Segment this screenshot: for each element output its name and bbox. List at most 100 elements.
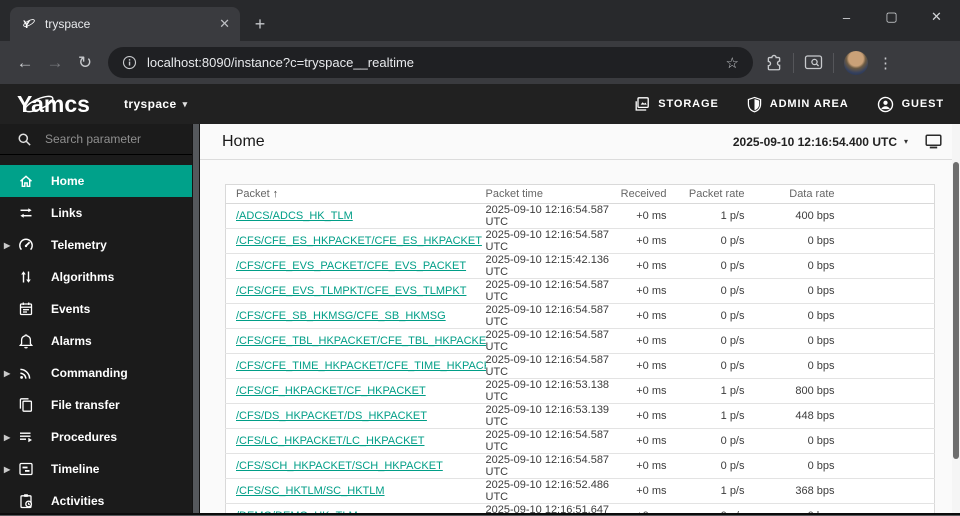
sidebar-item-procedures[interactable]: ▶ Procedures [0, 421, 192, 453]
events-icon [18, 301, 34, 317]
packet-link[interactable]: /CFS/CFE_ES_HKPACKET/CFE_ES_HKPACKET [236, 235, 482, 247]
cell-time: 2025-09-10 12:16:53.138 UTC [485, 378, 621, 404]
sidebar-item-events[interactable]: Events [0, 293, 192, 325]
url-bar[interactable]: localhost:8090/instance?c=tryspace__real… [108, 47, 753, 78]
sidebar-item-home[interactable]: Home [0, 165, 192, 197]
cell-filler [836, 353, 935, 379]
reload-icon[interactable]: ↻ [70, 48, 100, 78]
column-header-packet[interactable]: Packet ↑ [225, 184, 486, 204]
cell-time: 2025-09-10 12:16:54.587 UTC [485, 353, 621, 379]
mission-time[interactable]: 2025-09-10 12:16:54.400 UTC [733, 135, 897, 149]
packet-link[interactable]: /CFS/DS_HKPACKET/DS_HKPACKET [236, 410, 427, 422]
links-icon [18, 205, 34, 221]
browser-menu-icon[interactable]: ⋮ [878, 54, 893, 72]
column-header-packet-rate[interactable]: Packet rate [668, 184, 747, 204]
sidebar-scrollbar [192, 124, 200, 513]
shield-icon [747, 96, 762, 113]
column-header-received[interactable]: Received [620, 184, 669, 204]
sidebar-item-timeline[interactable]: ▶ Timeline [0, 453, 192, 485]
cell-received: +0 ms [620, 278, 669, 304]
packet-link[interactable]: /CFS/LC_HKPACKET/LC_HKPACKET [236, 435, 424, 447]
cell-filler [836, 453, 935, 479]
window-maximize-button[interactable]: ▢ [869, 1, 914, 33]
cell-packet_rate: 1 p/s [668, 378, 747, 404]
sidebar-item-file-transfer[interactable]: File transfer [0, 389, 192, 421]
browser-tab[interactable]: Y tryspace ✕ [10, 7, 240, 41]
main-scrollbar-thumb[interactable] [953, 162, 959, 459]
parameter-search-input[interactable]: Search parameter [0, 124, 192, 155]
chevron-down-icon[interactable]: ▾ [904, 137, 908, 146]
cell-data_rate: 0 bps [746, 303, 837, 329]
cell-received: +0 ms [636, 210, 667, 222]
sidebar-item-commanding[interactable]: ▶ Commanding [0, 357, 192, 389]
forward-icon: → [46, 52, 64, 72]
chevron-right-icon[interactable]: ▶ [4, 433, 10, 442]
packet-link[interactable]: /CFS/SCH_HKPACKET/SCH_HKPACKET [236, 460, 443, 472]
packet-link[interactable]: /CFS/CFE_TIME_HKPACKET/CFE_TIME_HKPACKET [236, 360, 486, 372]
packets-table: Packet ↑ Packet time Received Packet rate… [225, 184, 935, 513]
cell-data_rate: 0 bps [746, 353, 837, 379]
packet-link[interactable]: /ADCS/ADCS_HK_TLM [236, 210, 353, 222]
cell-data_rate: 0 bps [746, 453, 837, 479]
window-close-button[interactable]: ✕ [914, 1, 959, 33]
algorithms-icon [18, 269, 34, 285]
window-minimize-button[interactable]: – [824, 1, 869, 33]
yamcs-logo[interactable]: Yamcs [16, 89, 98, 119]
sidebar-item-label: Alarms [51, 334, 92, 348]
cell-packet_rate: 1 p/s [668, 403, 747, 429]
column-header-packet-time[interactable]: Packet time [485, 184, 621, 204]
new-tab-button[interactable]: + [246, 10, 274, 38]
packet-link[interactable]: /CFS/CFE_SB_HKMSG/CFE_SB_HKMSG [236, 310, 446, 322]
guest-label: GUEST [901, 98, 944, 110]
admin-area-button[interactable]: ADMIN AREA [747, 96, 849, 113]
cell-data_rate: 448 bps [746, 403, 837, 429]
search-panel-icon[interactable] [804, 54, 823, 71]
cell-data_rate: 0 bps [746, 428, 837, 454]
chevron-right-icon[interactable]: ▶ [4, 369, 10, 378]
cell-filler [836, 303, 935, 329]
cell-packet_rate: 0 p/s [668, 453, 747, 479]
extensions-icon[interactable] [765, 54, 783, 72]
cell-time: 2025-09-10 12:16:54.587 UTC [485, 453, 621, 479]
packet-link[interactable]: /CFS/CFE_TBL_HKPACKET/CFE_TBL_HKPACKET [236, 335, 486, 347]
cell-data_rate: 800 bps [746, 378, 837, 404]
table-row: /DEMO/DEMO_HK_TLM 2025-09-10 12:16:51.647… [225, 503, 935, 513]
url-text[interactable]: localhost:8090/instance?c=tryspace__real… [147, 55, 716, 70]
packet-link[interactable]: /CFS/CFE_EVS_TLMPKT/CFE_EVS_TLMPKT [236, 285, 466, 297]
table-row: /CFS/CFE_TIME_HKPACKET/CFE_TIME_HKPACKET… [225, 353, 935, 379]
browser-toolbar: ← → ↻ localhost:8090/instance?c=tryspace… [0, 41, 960, 84]
packet-link[interactable]: /DEMO/DEMO_HK_TLM [236, 510, 358, 513]
packet-link[interactable]: /CFS/CFE_EVS_PACKET/CFE_EVS_PACKET [236, 260, 466, 272]
bookmark-star-icon[interactable]: ☆ [726, 54, 739, 72]
sidebar-item-algorithms[interactable]: Algorithms [0, 261, 192, 293]
site-info-icon[interactable] [122, 55, 137, 70]
cell-data_rate: 0 bps [746, 228, 837, 254]
sidebar-item-alarms[interactable]: Alarms [0, 325, 192, 357]
tab-title: tryspace [45, 17, 91, 31]
sidebar-scrollbar-thumb[interactable] [193, 124, 199, 513]
column-header-data-rate[interactable]: Data rate [746, 184, 837, 204]
table-row: /CFS/SC_HKTLM/SC_HKTLM 2025-09-10 12:16:5… [225, 478, 935, 504]
tab-close-icon[interactable]: ✕ [219, 16, 230, 32]
page-title: Home [222, 132, 265, 150]
chevron-right-icon[interactable]: ▶ [4, 465, 10, 474]
profile-avatar[interactable] [844, 50, 868, 75]
packet-link[interactable]: /CFS/SC_HKTLM/SC_HKTLM [236, 485, 385, 497]
sidebar-item-label: Activities [51, 494, 105, 508]
sidebar-item-links[interactable]: Links [0, 197, 192, 229]
chevron-right-icon[interactable]: ▶ [4, 241, 10, 250]
table-row: /CFS/CFE_TBL_HKPACKET/CFE_TBL_HKPACKET 20… [225, 328, 935, 354]
sidebar-item-telemetry[interactable]: ▶ Telemetry [0, 229, 192, 261]
table-row: /CFS/CFE_EVS_TLMPKT/CFE_EVS_TLMPKT 2025-0… [225, 278, 935, 304]
user-menu-button[interactable]: GUEST [877, 96, 944, 113]
sidebar-item-label: Algorithms [51, 270, 115, 284]
packet-link[interactable]: /CFS/CF_HKPACKET/CF_HKPACKET [236, 385, 426, 397]
cell-filler [836, 228, 935, 254]
storage-button[interactable]: STORAGE [633, 96, 719, 113]
cell-received: +0 ms [620, 403, 669, 429]
display-layout-icon[interactable] [925, 134, 942, 149]
back-icon[interactable]: ← [10, 48, 40, 78]
cell-data_rate: 0 bps [746, 328, 837, 354]
instance-selector[interactable]: tryspace ▾ [124, 97, 188, 111]
sidebar-item-activities[interactable]: Activities [0, 485, 192, 516]
